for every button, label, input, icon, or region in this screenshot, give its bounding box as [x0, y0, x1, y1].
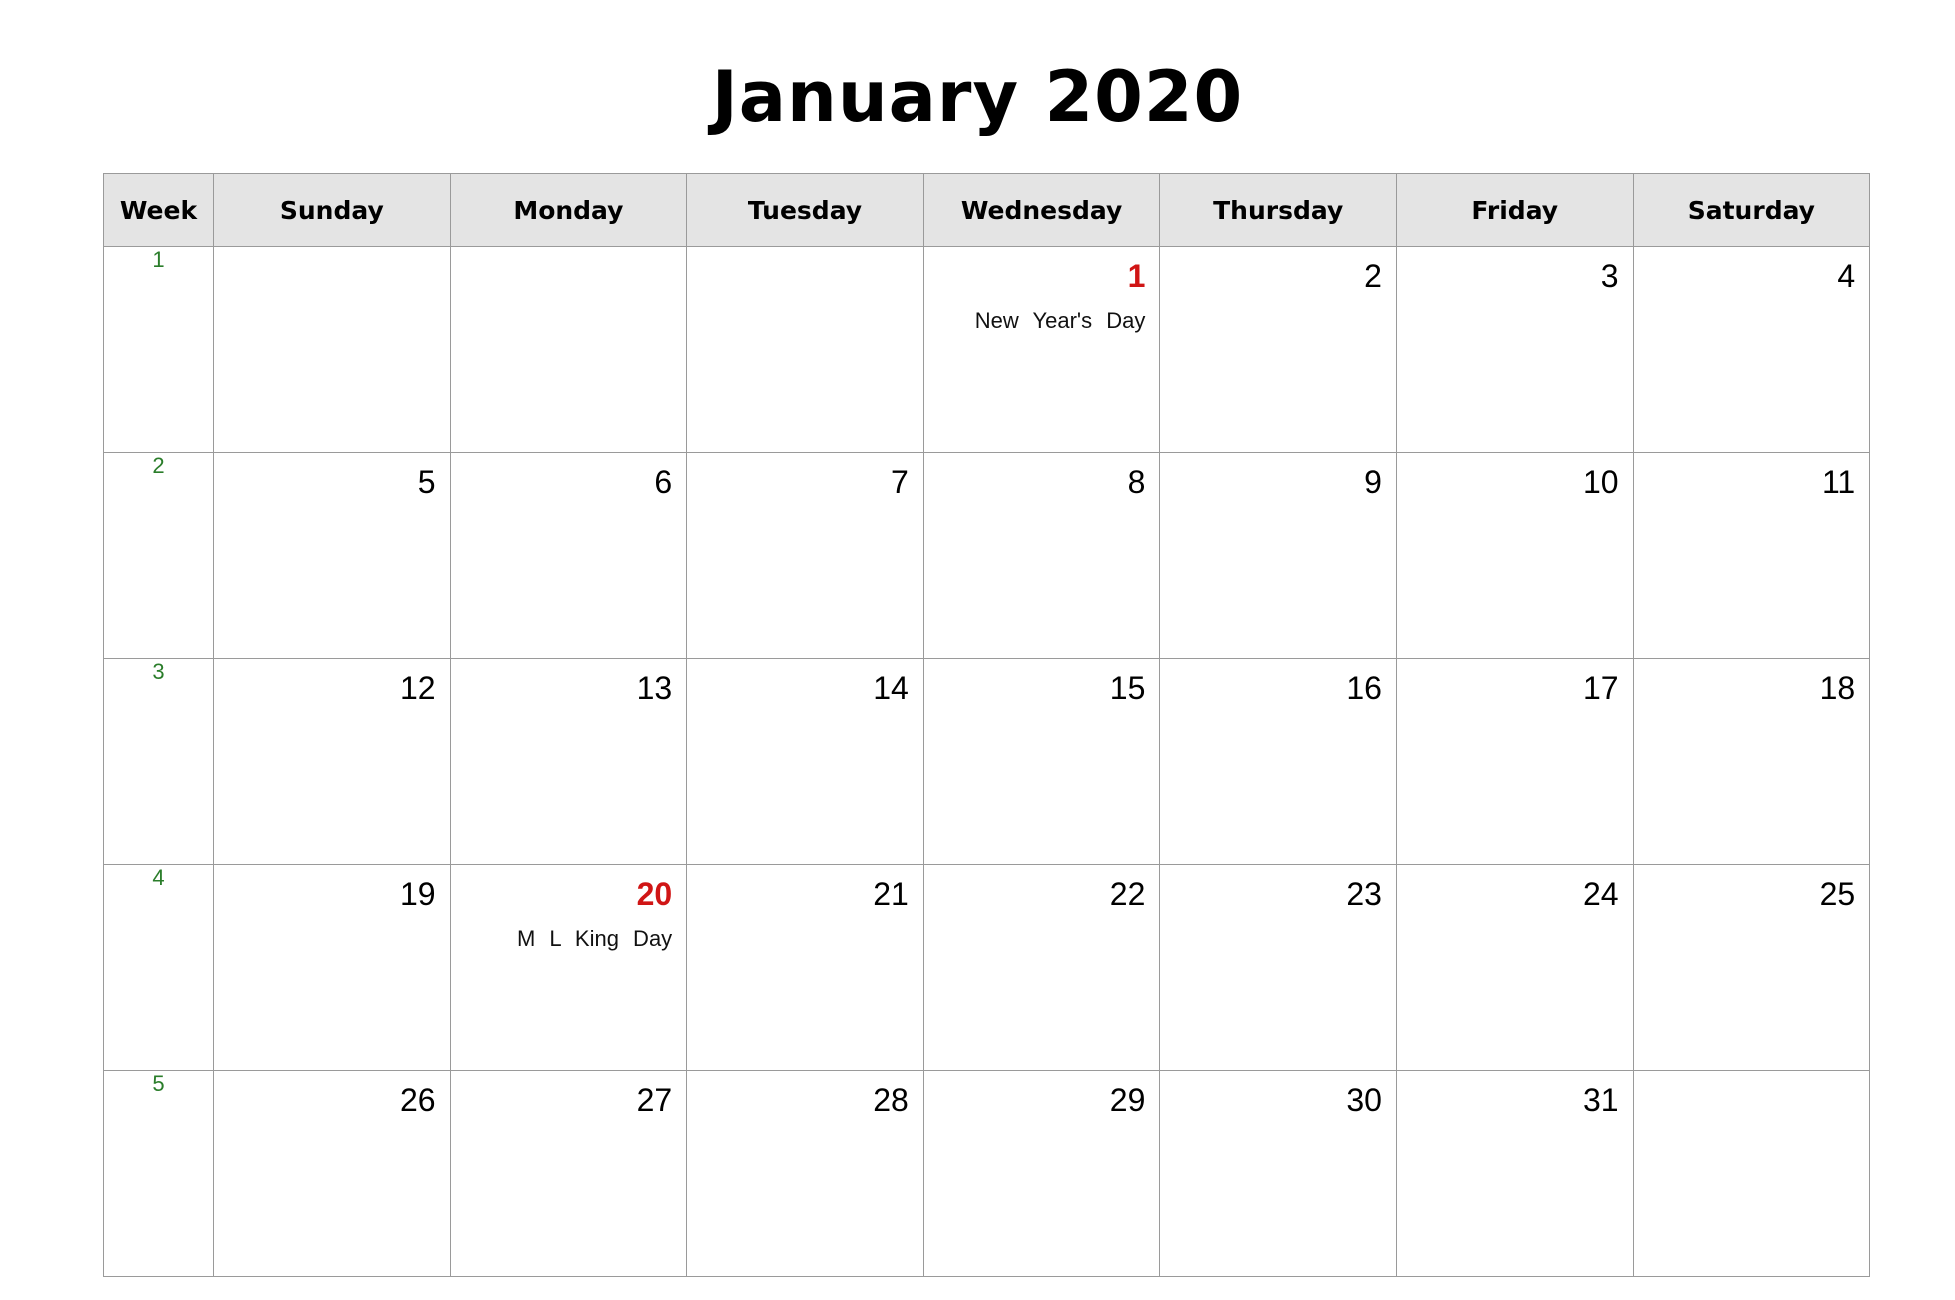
header-tuesday: Tuesday — [686, 173, 924, 247]
header-monday: Monday — [449, 173, 688, 247]
empty-day-cell[interactable] — [1632, 1070, 1871, 1277]
week-row: 4 19 20 M L King Day 21 22 23 24 25 — [103, 864, 1871, 1071]
day-cell[interactable]: 21 — [686, 864, 924, 1071]
day-cell[interactable]: 29 — [922, 1070, 1161, 1277]
day-cell[interactable]: 22 — [922, 864, 1161, 1071]
date-number: 22 — [1109, 876, 1146, 912]
holiday-label: M L King Day — [516, 926, 673, 952]
week-row: 5 26 27 28 29 30 31 — [103, 1070, 1871, 1277]
week-row: 1 1 New Year's Day 2 3 4 — [103, 246, 1871, 453]
date-number: 2 — [1364, 258, 1382, 294]
date-number: 5 — [417, 464, 436, 500]
day-cell[interactable]: 1 New Year's Day — [922, 246, 1161, 453]
date-number: 23 — [1346, 876, 1382, 912]
date-number: 21 — [873, 876, 909, 912]
day-cell[interactable]: 28 — [686, 1070, 924, 1277]
week-row: 3 12 13 14 15 16 17 18 — [103, 658, 1871, 865]
date-number: 3 — [1600, 258, 1619, 294]
date-number: 31 — [1582, 1082, 1619, 1118]
day-cell[interactable]: 19 — [213, 864, 451, 1071]
header-sunday: Sunday — [213, 173, 451, 247]
day-cell[interactable]: 14 — [686, 658, 924, 865]
date-number: 27 — [636, 1082, 673, 1118]
header-thursday: Thursday — [1159, 173, 1397, 247]
date-number: 18 — [1819, 670, 1856, 706]
day-cell[interactable]: 15 — [922, 658, 1161, 865]
empty-day-cell[interactable] — [449, 246, 688, 453]
date-number: 24 — [1582, 876, 1619, 912]
calendar-title: January 2020 — [711, 56, 1244, 138]
date-number: 17 — [1582, 670, 1619, 706]
day-cell[interactable]: 8 — [922, 452, 1161, 659]
day-cell[interactable]: 10 — [1395, 452, 1634, 659]
header-friday: Friday — [1395, 173, 1634, 247]
date-number: 28 — [873, 1082, 909, 1118]
header-wednesday: Wednesday — [922, 173, 1161, 247]
week-number: 3 — [103, 658, 214, 865]
week-number: 2 — [103, 452, 214, 659]
day-cell[interactable]: 23 — [1159, 864, 1397, 1071]
date-number: 30 — [1346, 1082, 1382, 1118]
holiday-label: New Year's Day — [974, 308, 1146, 334]
date-number: 15 — [1109, 670, 1146, 706]
date-number: 14 — [873, 670, 909, 706]
day-cell[interactable]: 3 — [1395, 246, 1634, 453]
calendar-grid: Week Sunday Monday Tuesday Wednesday Thu… — [103, 173, 1871, 1277]
day-cell[interactable]: 17 — [1395, 658, 1634, 865]
date-number: 19 — [400, 876, 436, 912]
date-number: 8 — [1127, 464, 1146, 500]
date-number: 6 — [654, 464, 673, 500]
header-saturday: Saturday — [1632, 173, 1871, 247]
day-cell[interactable]: 6 — [449, 452, 688, 659]
day-cell[interactable]: 20 M L King Day — [449, 864, 688, 1071]
holiday-date-number: 20 — [636, 876, 673, 912]
day-cell[interactable]: 7 — [686, 452, 924, 659]
date-number: 7 — [890, 464, 909, 500]
date-number: 11 — [1821, 464, 1856, 500]
day-cell[interactable]: 2 — [1159, 246, 1397, 453]
week-number: 1 — [103, 246, 214, 453]
date-number: 4 — [1837, 258, 1856, 294]
day-cell[interactable]: 26 — [213, 1070, 451, 1277]
holiday-date-number: 1 — [1127, 258, 1146, 294]
day-cell[interactable]: 31 — [1395, 1070, 1634, 1277]
week-number: 4 — [103, 864, 214, 1071]
day-cell[interactable]: 27 — [449, 1070, 688, 1277]
date-number: 16 — [1346, 670, 1382, 706]
header-week: Week — [103, 173, 214, 247]
date-number: 29 — [1109, 1082, 1146, 1118]
day-cell[interactable]: 30 — [1159, 1070, 1397, 1277]
day-cell[interactable]: 5 — [213, 452, 451, 659]
day-cell[interactable]: 12 — [213, 658, 451, 865]
week-number: 5 — [103, 1070, 214, 1277]
day-cell[interactable]: 18 — [1632, 658, 1871, 865]
day-cell[interactable]: 25 — [1632, 864, 1871, 1071]
date-number: 25 — [1819, 876, 1856, 912]
day-cell[interactable]: 9 — [1159, 452, 1397, 659]
week-row: 2 5 6 7 8 9 10 11 — [103, 452, 1871, 659]
date-number: 9 — [1364, 464, 1382, 500]
header-row: Week Sunday Monday Tuesday Wednesday Thu… — [103, 173, 1871, 247]
date-number: 26 — [400, 1082, 436, 1118]
day-cell[interactable]: 13 — [449, 658, 688, 865]
empty-day-cell[interactable] — [213, 246, 451, 453]
day-cell[interactable]: 24 — [1395, 864, 1634, 1071]
date-number: 13 — [636, 670, 673, 706]
day-cell[interactable]: 4 — [1632, 246, 1871, 453]
day-cell[interactable]: 16 — [1159, 658, 1397, 865]
date-number: 12 — [400, 670, 436, 706]
empty-day-cell[interactable] — [686, 246, 924, 453]
date-number: 10 — [1582, 464, 1619, 500]
day-cell[interactable]: 11 — [1632, 452, 1871, 659]
